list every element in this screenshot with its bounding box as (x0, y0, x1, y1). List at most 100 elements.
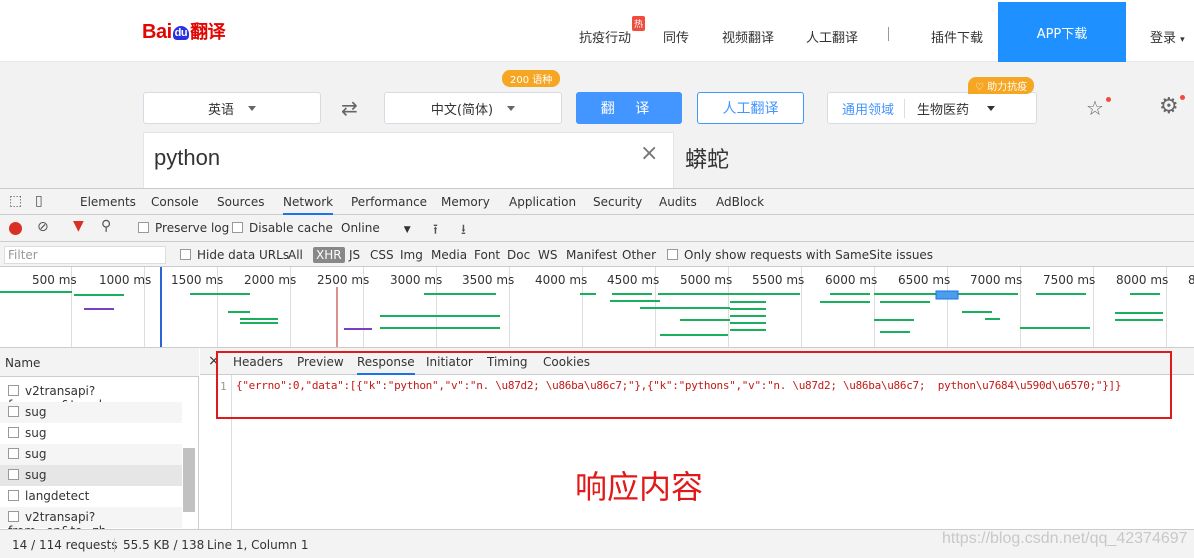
preserve-log-checkbox[interactable]: Preserve log (138, 221, 229, 235)
import-har-icon[interactable]: ⭱ (433, 219, 438, 243)
caret-down-icon: ▼ (403, 225, 411, 235)
login-link[interactable]: 登录 ▾ (1150, 27, 1185, 46)
language-count-badge: 200 语种 (502, 70, 561, 87)
source-text-value: python (154, 145, 221, 170)
samesite-checkbox[interactable]: Only show requests with SameSite issues (667, 248, 933, 262)
tab-elements[interactable]: Elements (80, 195, 136, 209)
filter-icon[interactable]: ▼ (73, 218, 84, 234)
filter-input[interactable]: Filter (4, 246, 166, 264)
filter-type-ws[interactable]: WS (538, 248, 557, 262)
tab-memory[interactable]: Memory (441, 195, 490, 209)
waterfall-bars (0, 267, 1163, 347)
chevron-down-icon: ▾ (1180, 35, 1185, 45)
network-timeline-overview[interactable]: 500 ms 1000 ms 1500 ms 2000 ms 2500 ms 3… (0, 267, 1194, 348)
export-har-icon[interactable]: ⭳ (461, 219, 466, 243)
waterfall-bar (880, 331, 910, 333)
filter-type-doc[interactable]: Doc (507, 248, 530, 262)
clear-icon[interactable]: × (640, 141, 658, 166)
waterfall-bar (728, 293, 800, 295)
nav-item-epidemic[interactable]: 抗疫行动 (579, 27, 631, 46)
domain-label: 通用领域 (842, 102, 895, 118)
translate-button[interactable]: 翻 译 (576, 92, 682, 124)
gear-icon[interactable]: ⚙ (1159, 94, 1179, 119)
nav-item-human-translate[interactable]: 人工翻译 (806, 27, 858, 46)
scrollbar[interactable] (183, 448, 195, 512)
request-row[interactable]: sug (0, 423, 182, 444)
waterfall-bar (1115, 319, 1163, 321)
filter-type-xhr[interactable]: XHR (313, 247, 345, 263)
record-icon[interactable] (9, 222, 22, 235)
device-toolbar-icon[interactable]: ▯ (35, 193, 43, 209)
waterfall-bar (610, 300, 660, 302)
waterfall-bar (958, 293, 1018, 295)
tab-audits[interactable]: Audits (659, 195, 697, 209)
inspect-element-icon[interactable]: ⬚ (9, 193, 22, 209)
search-icon[interactable]: ⚲ (101, 218, 111, 234)
waterfall-bar (640, 307, 730, 309)
tab-security[interactable]: Security (593, 195, 642, 209)
waterfall-bar (730, 322, 766, 324)
request-row[interactable]: sug (0, 444, 182, 465)
swap-languages-icon[interactable]: ⇄ (341, 96, 358, 120)
request-row[interactable]: langdetect (0, 486, 182, 507)
filter-type-manifest[interactable]: Manifest (566, 248, 617, 262)
request-row[interactable]: v2transapi?from=en&to=zh (0, 507, 182, 538)
filter-type-js[interactable]: JS (349, 248, 360, 262)
filter-type-media[interactable]: Media (431, 248, 467, 262)
request-row[interactable]: sug (0, 402, 182, 423)
hide-data-urls-checkbox[interactable]: Hide data URLs (180, 248, 289, 262)
request-name: langdetect (25, 489, 90, 503)
samesite-label: Only show requests with SameSite issues (684, 248, 934, 262)
waterfall-bar (680, 319, 730, 321)
network-toolbar: ⊘ ▼ ⚲ Preserve log Disable cache Online ▼… (0, 215, 1194, 242)
waterfall-bar (830, 293, 870, 295)
nav-item-simultaneous[interactable]: 同传 (663, 27, 689, 46)
waterfall-bar (962, 311, 992, 313)
tab-network[interactable]: Network (283, 195, 334, 215)
filter-type-font[interactable]: Font (474, 248, 500, 262)
waterfall-bar (84, 308, 114, 310)
nav-item-video-translate[interactable]: 视频翻译 (722, 27, 774, 46)
request-row[interactable]: v2transapi?from=en&to=zh (0, 381, 182, 412)
waterfall-bar (874, 319, 914, 321)
source-language-select[interactable]: 英语 (143, 92, 321, 124)
highlight-box (216, 351, 1172, 419)
waterfall-bar (660, 334, 728, 336)
clear-icon[interactable]: ⊘ (37, 219, 49, 235)
human-translate-button[interactable]: 人工翻译 (697, 92, 804, 124)
filter-type-css[interactable]: CSS (370, 248, 394, 262)
throttle-select[interactable]: Online ▼ (341, 221, 411, 235)
tab-sources[interactable]: Sources (217, 195, 264, 209)
filter-type-other[interactable]: Other (622, 248, 656, 262)
preserve-log-label: Preserve log (155, 221, 230, 235)
help-badge-label: 助力抗疫 (987, 82, 1028, 93)
login-label: 登录 (1150, 31, 1177, 46)
target-language-label: 中文(简体) (430, 102, 494, 118)
favorites-icon[interactable]: ☆ (1086, 96, 1104, 120)
app-download-button[interactable]: APP下载 (998, 2, 1126, 62)
disable-cache-checkbox[interactable]: Disable cache (232, 221, 333, 235)
source-text-input[interactable]: python × (143, 132, 674, 188)
filter-type-img[interactable]: Img (400, 248, 423, 262)
heart-icon: ♡ (975, 82, 984, 93)
tab-application[interactable]: Application (509, 195, 576, 209)
checkbox (232, 222, 243, 233)
name-column-header[interactable]: Name (0, 348, 199, 377)
target-language-select[interactable]: 中文(简体) (384, 92, 562, 124)
waterfall-bar (1036, 293, 1086, 295)
top-navigation-bar: Bai du 翻译 抗疫行动 热 同传 视频翻译 人工翻译 插件下载 APP下载 登… (0, 0, 1194, 62)
tab-console[interactable]: Console (151, 195, 199, 209)
annotation-label: 响应内容 (575, 468, 704, 506)
filter-type-all[interactable]: All (288, 248, 303, 262)
waterfall-bar (730, 315, 766, 317)
tab-adblock[interactable]: AdBlock (716, 195, 764, 209)
request-row[interactable]: sug (0, 465, 182, 486)
nav-item-plugin-download[interactable]: 插件下载 (931, 27, 983, 46)
waterfall-bar (240, 322, 278, 324)
domain-select[interactable]: 通用领域 生物医药 (827, 92, 1037, 124)
tab-performance[interactable]: Performance (351, 195, 427, 209)
baidu-translate-logo[interactable]: Bai du 翻译 (142, 18, 226, 44)
waterfall-bar (228, 311, 250, 313)
checkbox (180, 249, 191, 260)
checkbox (8, 511, 19, 522)
